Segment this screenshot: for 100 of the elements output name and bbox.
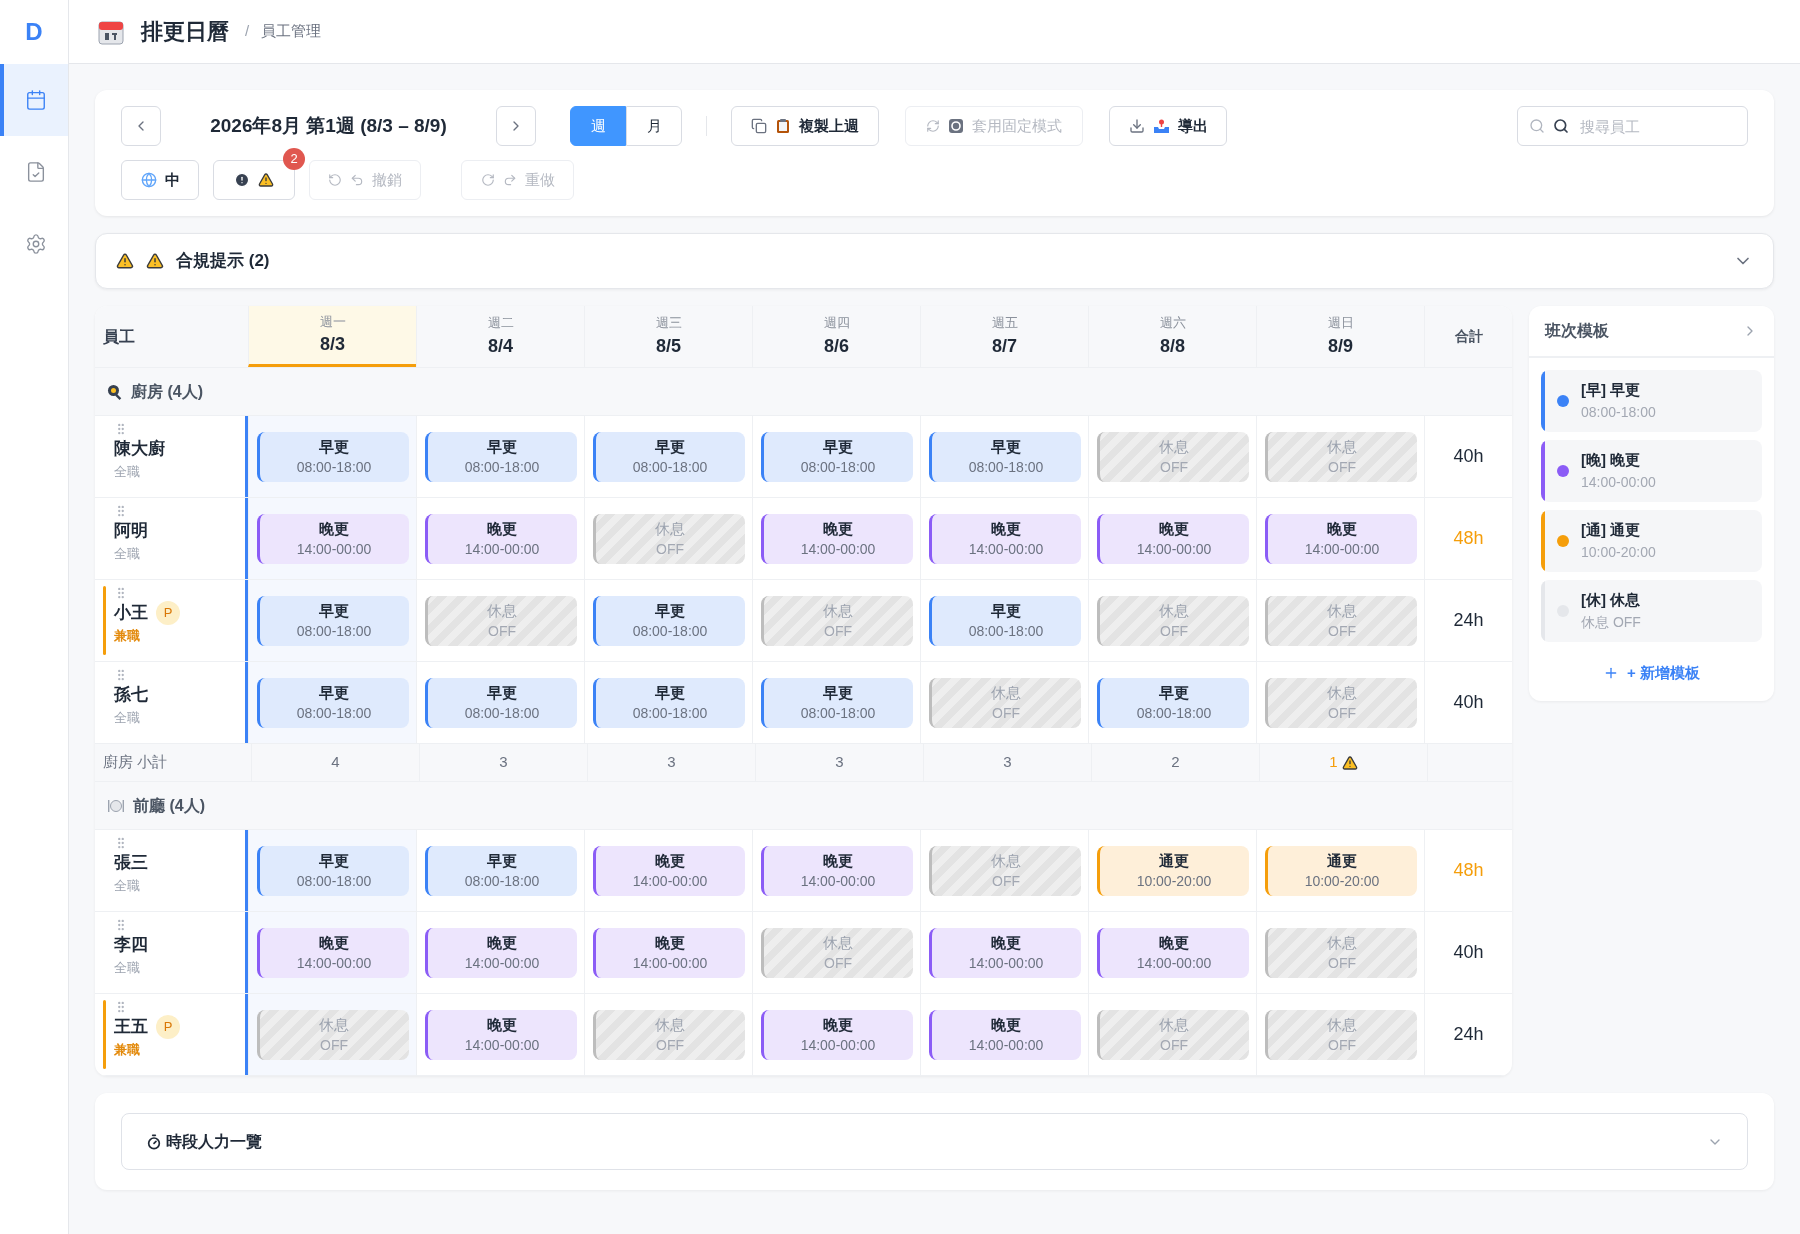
template-card[interactable]: [早] 早更 08:00-18:00 [1541,370,1762,432]
date-label: 8/5 [656,334,681,358]
subtotal-count: 1 [1329,752,1338,773]
shift-card[interactable]: 晚更 14:00-00:00 [256,927,409,978]
employment-type: 全職 [114,462,141,481]
next-week-button[interactable] [496,106,536,146]
employee-name: 張三 [114,852,148,874]
shift-name: 休息 [823,932,853,953]
shift-time: OFF [824,953,852,973]
shift-name: 晚更 [991,932,1021,953]
shift-card[interactable]: 晚更 14:00-00:00 [1264,513,1417,564]
search-field[interactable]: 搜尋員工 [1517,106,1748,146]
shift-time: 14:00-00:00 [464,953,540,973]
shift-card[interactable]: 早更 08:00-18:00 [592,677,745,728]
day-header[interactable]: 週六 8/8 [1088,306,1256,367]
shift-card[interactable]: 早更 08:00-18:00 [424,845,577,896]
shift-card[interactable]: 晚更 14:00-00:00 [760,1009,913,1060]
undo-circle-icon [328,173,342,187]
shift-time: 14:00-00:00 [1304,539,1380,559]
shift-card[interactable]: 早更 08:00-18:00 [424,677,577,728]
template-name: [通] 通更 [1581,520,1642,541]
shift-card[interactable]: 早更 08:00-18:00 [1096,677,1249,728]
shift-card[interactable]: 晚更 14:00-00:00 [760,845,913,896]
subtotal-count: 3 [667,752,676,773]
alert-count-badge: 2 [283,148,305,170]
shift-time: OFF [1160,457,1188,477]
day-header[interactable]: 週二 8/4 [416,306,584,367]
day-header[interactable]: 週三 8/5 [584,306,752,367]
staffing-title: 時段人力一覽 [166,1131,263,1152]
shift-card[interactable]: 早更 08:00-18:00 [760,677,913,728]
day-header[interactable]: 週四 8/6 [752,306,920,367]
shift-time: 14:00-00:00 [1136,953,1212,973]
shift-card[interactable]: 晚更 14:00-00:00 [928,513,1081,564]
shift-card[interactable]: 晚更 14:00-00:00 [424,1009,577,1060]
shift-card[interactable]: 早更 08:00-18:00 [256,677,409,728]
redo-circle-icon [480,173,495,187]
shift-card[interactable]: 早更 08:00-18:00 [424,431,577,482]
view-tab[interactable]: 月 [626,106,682,146]
shift-card[interactable]: 早更 08:00-18:00 [256,431,409,482]
undo-arrow-icon [350,173,364,187]
shift-card[interactable]: 晚更 14:00-00:00 [592,927,745,978]
template-card[interactable]: [晚] 晚更 14:00-00:00 [1541,440,1762,502]
shift-card[interactable]: 晚更 14:00-00:00 [1096,513,1249,564]
add-template-button[interactable]: + 新增模板 [1603,662,1700,685]
language-button[interactable]: 中 [121,160,199,200]
shift-time: 08:00-18:00 [800,457,876,477]
weekly-hours: 48h [1453,859,1484,882]
shift-time: 08:00-18:00 [632,457,708,477]
shift-name: 通更 [1327,850,1357,871]
shift-name: 休息 [991,682,1021,703]
shift-time: 10:00-20:00 [1304,871,1380,891]
breadcrumb[interactable]: 員工管理 [261,20,322,43]
shift-card[interactable]: 早更 08:00-18:00 [592,431,745,482]
shift-card[interactable]: 晚更 14:00-00:00 [928,927,1081,978]
shift-card[interactable]: 晚更 14:00-00:00 [760,513,913,564]
previous-week-button[interactable] [121,106,161,146]
day-header[interactable]: 週日 8/9 [1256,306,1424,367]
shift-card[interactable]: 早更 08:00-18:00 [928,595,1081,646]
employment-type: 全職 [114,958,141,977]
employment-type: 兼職 [114,626,141,645]
page-title: 排更日曆 [141,18,229,46]
shift-card[interactable]: 晚更 14:00-00:00 [424,513,577,564]
template-card[interactable]: [通] 通更 10:00-20:00 [1541,510,1762,572]
compliance-panel[interactable]: 合規提示 (2) [95,233,1774,289]
shift-card[interactable]: 早更 08:00-18:00 [256,845,409,896]
shift-name: 晚更 [823,850,853,871]
copy-last-week-button[interactable]: 複製上週 [731,106,879,146]
weekday-label: 週五 [991,314,1018,333]
shift-card[interactable]: 晚更 14:00-00:00 [592,845,745,896]
shift-time: 14:00-00:00 [800,871,876,891]
copy-icon [751,118,767,134]
shift-card[interactable]: 晚更 14:00-00:00 [256,513,409,564]
shift-card[interactable]: 早更 08:00-18:00 [928,431,1081,482]
column-header: 員工 [103,326,135,347]
shift-time: 08:00-18:00 [296,871,372,891]
shift-card[interactable]: 早更 08:00-18:00 [592,595,745,646]
weekday-label: 週日 [1327,314,1354,333]
employment-type: 全職 [114,544,141,563]
date-label: 8/4 [488,334,513,358]
shift-card[interactable]: 晚更 14:00-00:00 [424,927,577,978]
export-button[interactable]: 導出 [1109,106,1227,146]
shift-time: 14:00-00:00 [968,539,1044,559]
staffing-collapse[interactable]: 時段人力一覽 [121,1113,1748,1170]
shift-card[interactable]: 晚更 14:00-00:00 [1096,927,1249,978]
shift-name: 晚更 [1159,518,1189,539]
nav-item[interactable] [0,64,68,136]
shift-card[interactable]: 通更 10:00-20:00 [1264,845,1417,896]
template-time: 休息 OFF [1581,612,1641,632]
shift-name: 晚更 [319,518,349,539]
shift-card[interactable]: 通更 10:00-20:00 [1096,845,1249,896]
shift-card[interactable]: 早更 08:00-18:00 [256,595,409,646]
template-card[interactable]: [休] 休息 休息 OFF [1541,580,1762,642]
date-label: 8/8 [1160,334,1185,358]
shift-card[interactable]: 早更 08:00-18:00 [760,431,913,482]
template-time: 14:00-00:00 [1581,472,1656,492]
group-title: 前廳 (4人) [133,795,205,816]
shift-card[interactable]: 晚更 14:00-00:00 [928,1009,1081,1060]
day-header[interactable]: 週一 8/3 [248,306,416,367]
day-header[interactable]: 週五 8/7 [920,306,1088,367]
shift-name: 晚更 [991,518,1021,539]
